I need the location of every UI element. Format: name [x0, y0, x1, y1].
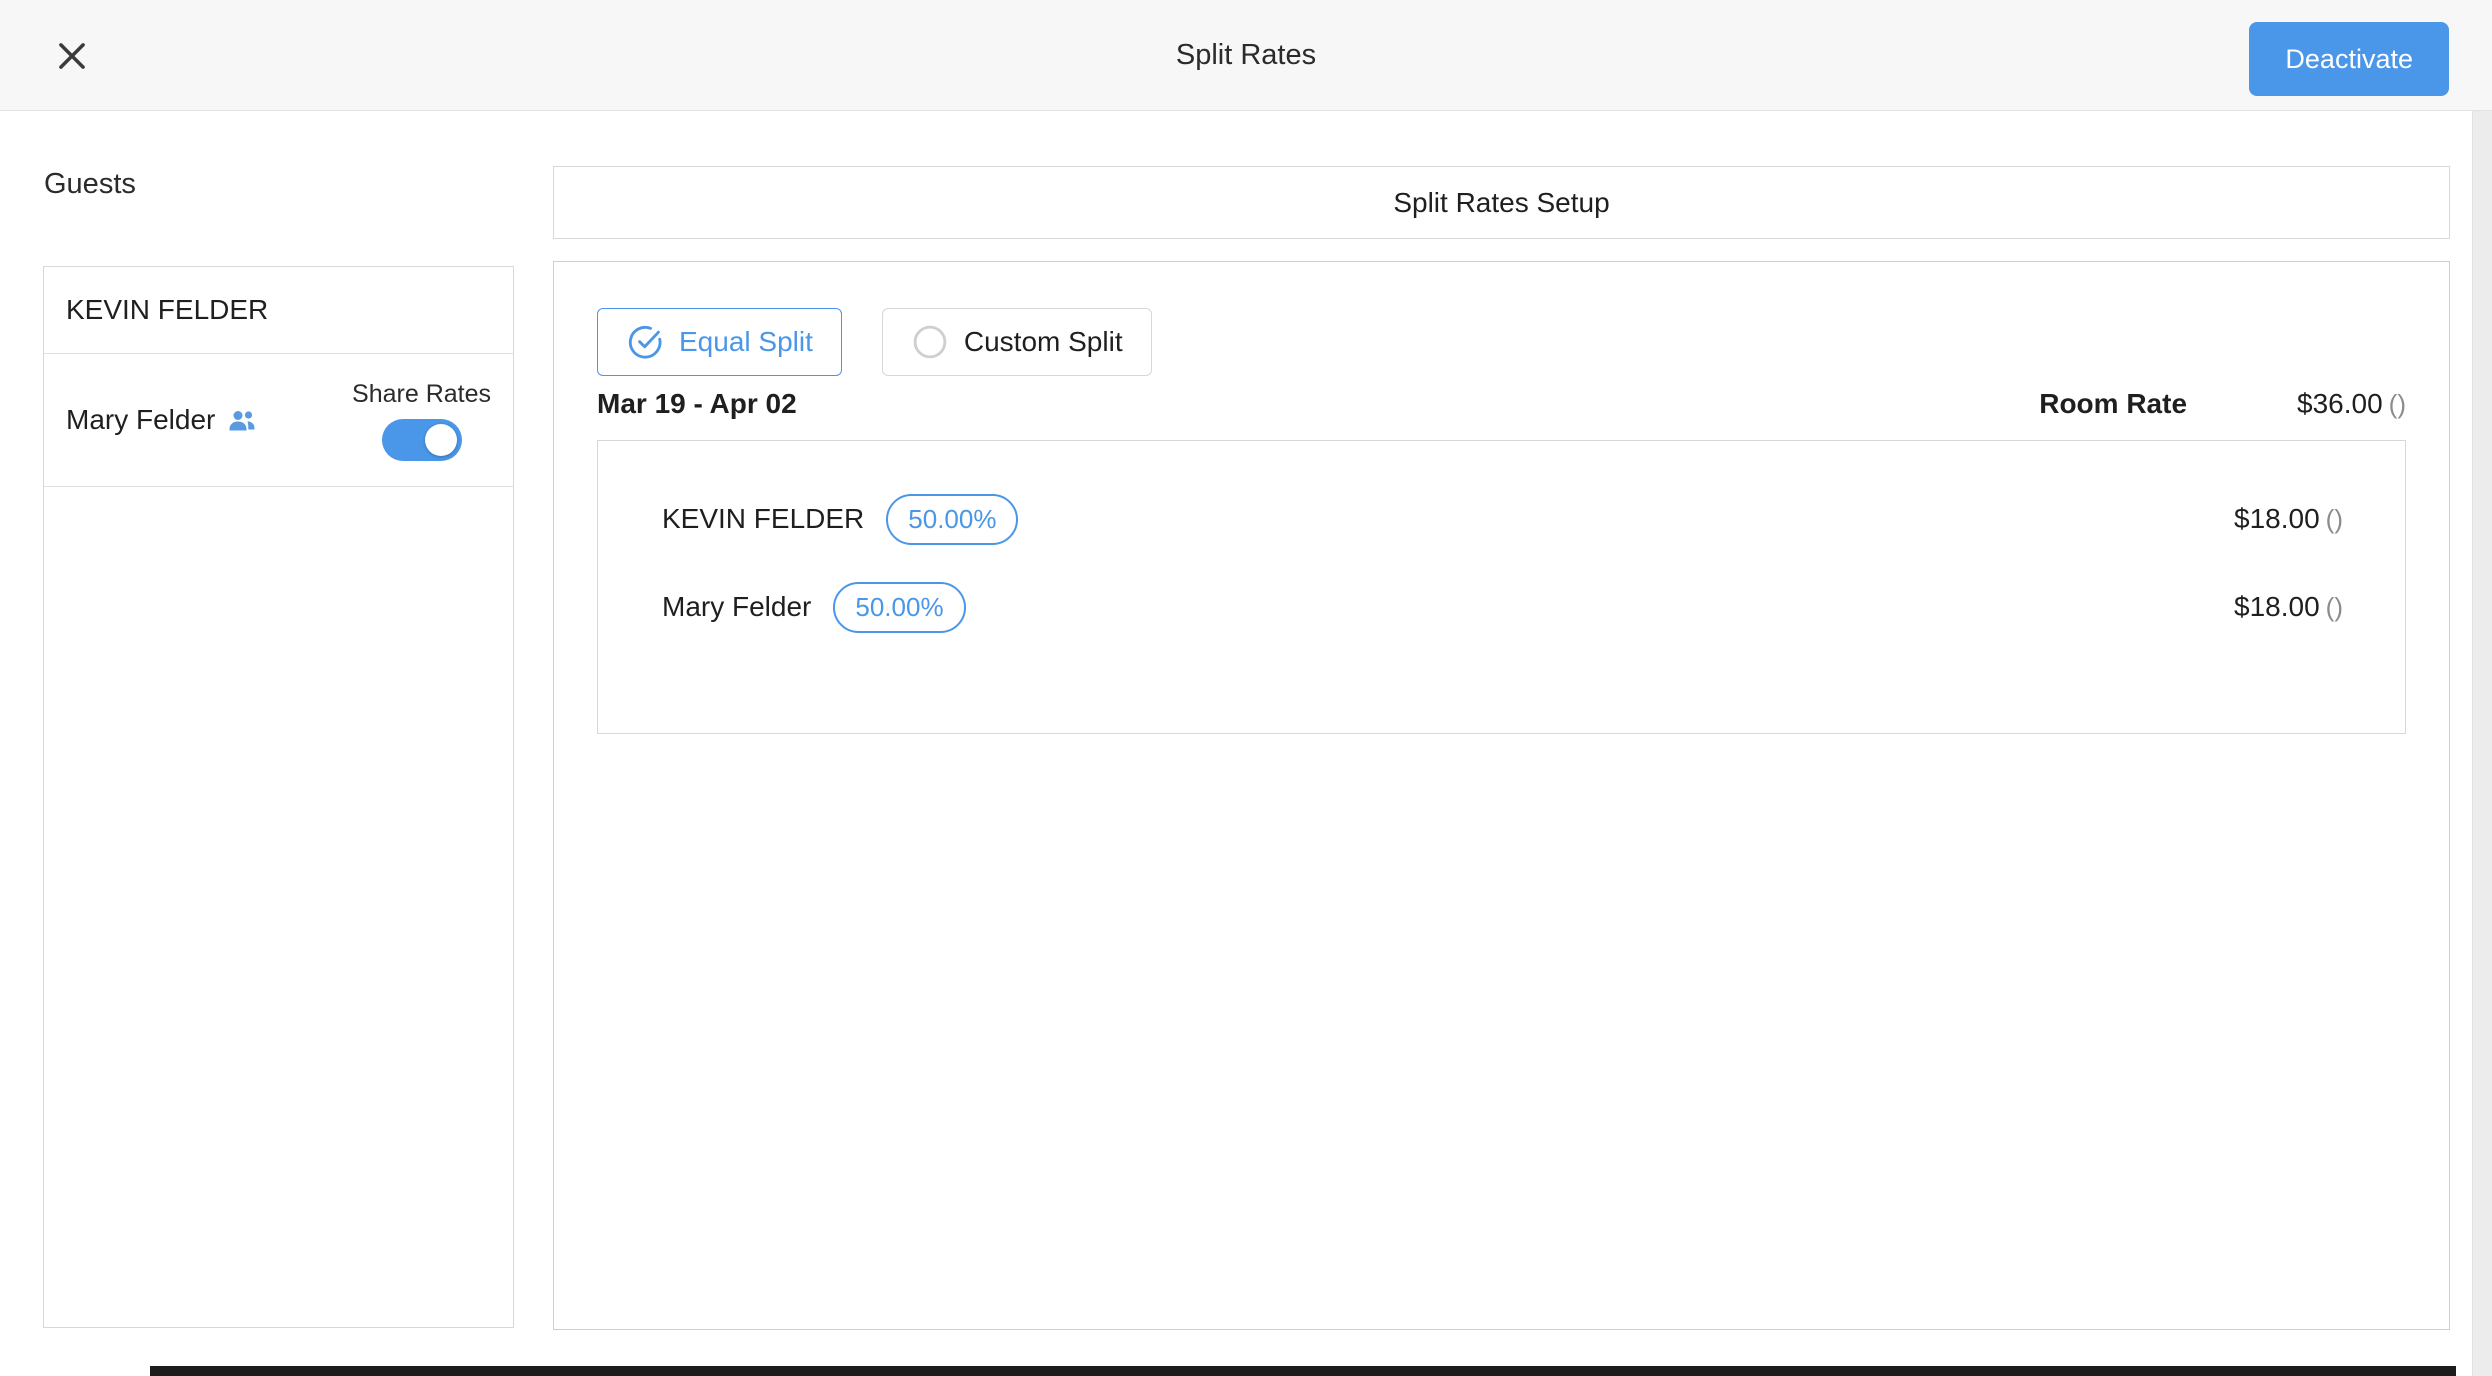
room-rate-amount: $36.00	[2297, 388, 2383, 419]
deactivate-button[interactable]: Deactivate	[2249, 22, 2449, 96]
share-rates-toggle[interactable]	[382, 419, 462, 461]
circle-icon	[911, 323, 949, 361]
rate-period-row: Mar 19 - Apr 02 Room Rate $36.00()	[597, 380, 2406, 428]
date-range: Mar 19 - Apr 02	[597, 388, 797, 420]
custom-split-label: Custom Split	[964, 326, 1123, 358]
split-amount-value: $18.00	[2234, 503, 2320, 535]
room-rate-label: Room Rate	[2039, 388, 2187, 420]
check-circle-icon	[626, 323, 664, 361]
modal-header: Split Rates Deactivate	[0, 0, 2492, 111]
split-rates-modal: Split Rates Deactivate Guests KEVIN FELD…	[0, 0, 2492, 1376]
guests-icon	[227, 408, 257, 432]
toggle-knob	[425, 424, 457, 456]
split-guest-name: KEVIN FELDER	[662, 503, 864, 535]
guest-row-shared[interactable]: Mary Felder Share Rates	[44, 354, 513, 487]
equal-split-button[interactable]: Equal Split	[597, 308, 842, 376]
guests-panel: KEVIN FELDER Mary Felder Share Rates	[43, 266, 514, 1328]
equal-split-label: Equal Split	[679, 326, 813, 358]
share-rates-label: Share Rates	[352, 380, 491, 409]
room-rate-suffix: ()	[2389, 389, 2406, 419]
guests-section-title: Guests	[44, 168, 136, 201]
split-guest-name: Mary Felder	[662, 591, 811, 623]
close-button[interactable]	[44, 28, 100, 84]
split-amount: $18.00()	[2234, 591, 2343, 623]
scrollbar-track[interactable]	[2472, 111, 2492, 1376]
split-percent-pill[interactable]: 50.00%	[886, 494, 1018, 545]
shared-guest-name: Mary Felder	[66, 404, 215, 436]
split-row-kevin: KEVIN FELDER 50.00% $18.00()	[662, 475, 2343, 563]
split-row-mary: Mary Felder 50.00% $18.00()	[662, 563, 2343, 651]
split-amount-suffix: ()	[2326, 592, 2343, 623]
split-percent-pill[interactable]: 50.00%	[833, 582, 965, 633]
primary-guest-name: KEVIN FELDER	[66, 294, 268, 326]
guest-splits-box: KEVIN FELDER 50.00% $18.00() Mary Felder…	[597, 440, 2406, 734]
guest-row-primary[interactable]: KEVIN FELDER	[44, 267, 513, 354]
split-amount-suffix: ()	[2326, 504, 2343, 535]
close-icon	[53, 37, 91, 75]
modal-title: Split Rates	[0, 0, 2492, 111]
room-rate-value: $36.00()	[2297, 388, 2406, 420]
bottom-page-edge	[150, 1366, 2456, 1376]
split-rates-setup-title: Split Rates Setup	[553, 166, 2450, 239]
custom-split-button[interactable]: Custom Split	[882, 308, 1152, 376]
split-amount-value: $18.00	[2234, 591, 2320, 623]
split-rates-setup-panel: Equal Split Custom Split Mar 19 - Apr 02…	[553, 261, 2450, 1330]
split-amount: $18.00()	[2234, 503, 2343, 535]
split-mode-options: Equal Split Custom Split	[597, 308, 1152, 376]
